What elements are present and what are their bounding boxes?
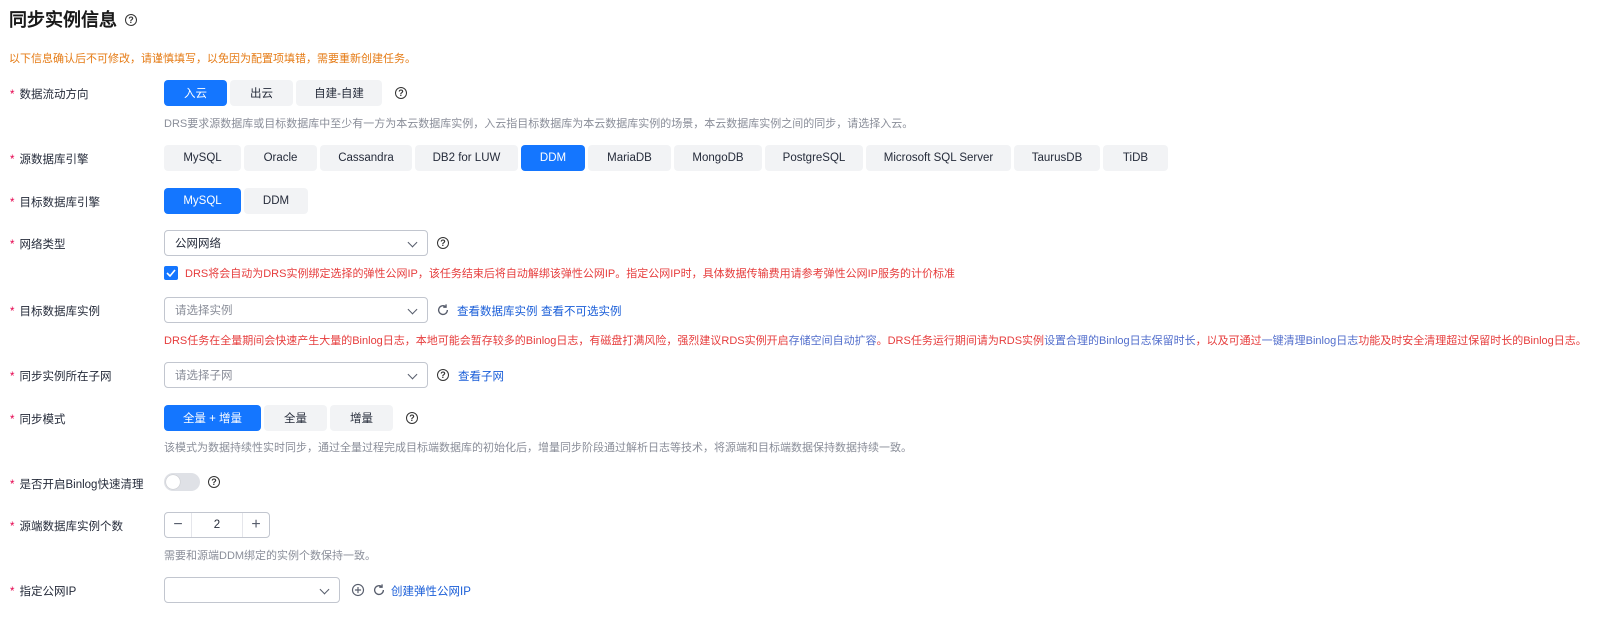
source-engine-group: MySQL Oracle Cassandra DB2 for LUW DDM M… (164, 145, 1171, 171)
chevron-down-icon (319, 584, 330, 595)
engine-option-mariadb[interactable]: MariaDB (588, 145, 671, 171)
instance-count-label: * 源端数据库实例个数 (10, 521, 123, 533)
subnet-placeholder: 请选择子网 (175, 370, 233, 382)
create-eip-link[interactable]: 创建弹性公网IP (391, 583, 471, 599)
eip-checkbox[interactable] (164, 266, 178, 280)
engine-option-postgresql[interactable]: PostgreSQL (765, 145, 863, 171)
chevron-down-icon (407, 237, 418, 248)
sync-mode-group: 全量 + 增量 全量 增量 ? (164, 405, 418, 431)
target-engine-label: * 目标数据库引擎 (10, 197, 100, 209)
engine-option-mongodb[interactable]: MongoDB (674, 145, 762, 171)
sync-option-full-incremental[interactable]: 全量 + 增量 (164, 405, 261, 431)
engine-option-cassandra[interactable]: Cassandra (320, 145, 412, 171)
view-instances-link[interactable]: 查看数据库实例 (457, 303, 538, 319)
flow-direction-group: 入云 出云 自建-自建 ? (164, 80, 407, 106)
help-icon[interactable]: ? (437, 369, 449, 381)
subnet-select[interactable]: 请选择子网 (164, 362, 428, 388)
target-instance-select[interactable]: 请选择实例 (164, 297, 428, 323)
public-ip-select[interactable] (164, 577, 340, 603)
sync-mode-label: * 同步模式 (10, 414, 66, 426)
decrement-button[interactable]: − (165, 513, 191, 537)
flow-direction-label: * 数据流动方向 (10, 89, 89, 101)
help-icon[interactable]: ? (208, 476, 220, 488)
public-ip-label: * 指定公网IP (10, 586, 77, 598)
engine-option-mysql[interactable]: MySQL (164, 145, 241, 171)
target-engine-group: MySQL DDM (164, 188, 311, 214)
sync-option-incremental[interactable]: 增量 (330, 405, 393, 431)
toggle-knob (166, 475, 180, 489)
instance-count-value[interactable]: 2 (191, 513, 243, 537)
target-instance-label: * 目标数据库实例 (10, 306, 100, 318)
page-title: 同步实例信息 ? (9, 6, 137, 32)
engine-option-oracle[interactable]: Oracle (244, 145, 317, 171)
refresh-icon[interactable] (372, 583, 386, 597)
view-subnet-link[interactable]: 查看子网 (458, 368, 504, 384)
engine-option-tidb[interactable]: TiDB (1103, 145, 1168, 171)
eip-checkbox-text: DRS将会自动为DRS实例绑定选择的弹性公网IP，该任务结束后将自动解绑该弹性公… (185, 268, 956, 280)
sync-option-full[interactable]: 全量 (264, 405, 327, 431)
chevron-down-icon (407, 304, 418, 315)
help-icon[interactable]: ? (406, 412, 418, 424)
engine-option-db2[interactable]: DB2 for LUW (415, 145, 518, 171)
instance-count-controls: − 2 + (164, 512, 270, 538)
check-icon (166, 269, 176, 277)
sync-mode-hint: 该模式为数据持续性实时同步，通过全量过程完成目标端数据库的初始化后，增量同步阶段… (164, 442, 912, 454)
subnet-label: * 同步实例所在子网 (10, 371, 112, 383)
target-option-ddm[interactable]: DDM (244, 188, 308, 214)
chevron-down-icon (407, 369, 418, 380)
binlog-cleanup-label: * 是否开启Binlog快速清理 (10, 479, 144, 491)
page-title-text: 同步实例信息 (9, 10, 117, 30)
target-instance-placeholder: 请选择实例 (175, 305, 233, 317)
instance-count-hint: 需要和源端DDM绑定的实例个数保持一致。 (164, 550, 377, 562)
view-unavailable-link[interactable]: 查看不可选实例 (541, 303, 622, 319)
auto-expand-link[interactable]: 存储空间自动扩容 (789, 335, 877, 347)
help-icon[interactable]: ? (437, 237, 449, 249)
flow-option-self[interactable]: 自建-自建 (296, 80, 382, 106)
instance-count-stepper: − 2 + (164, 512, 270, 538)
engine-option-taurusdb[interactable]: TaurusDB (1014, 145, 1100, 171)
binlog-cleanup-controls: ? (164, 473, 220, 491)
required-mark: * (10, 89, 15, 101)
refresh-icon[interactable] (436, 303, 450, 317)
engine-option-ddm[interactable]: DDM (521, 145, 585, 171)
network-type-value: 公网网络 (175, 238, 221, 250)
eip-checkbox-wrap: DRS将会自动为DRS实例绑定选择的弹性公网IP，该任务结束后将自动解绑该弹性公… (164, 265, 955, 281)
network-type-label: * 网络类型 (10, 239, 66, 251)
network-type-select[interactable]: 公网网络 (164, 230, 428, 256)
binlog-warning: DRS任务在全量期间会快速产生大量的Binlog日志，本地可能会暂存较多的Bin… (164, 335, 1587, 347)
help-icon[interactable]: ? (395, 87, 407, 99)
binlog-cleanup-link[interactable]: 一键清理Binlog日志 (1262, 335, 1359, 347)
engine-option-sqlserver[interactable]: Microsoft SQL Server (866, 145, 1011, 171)
increment-button[interactable]: + (243, 513, 269, 537)
source-engine-label: * 源数据库引擎 (10, 154, 89, 166)
help-icon[interactable]: ? (125, 14, 137, 26)
binlog-cleanup-toggle[interactable] (164, 473, 200, 491)
target-option-mysql[interactable]: MySQL (164, 188, 241, 214)
binlog-retention-link[interactable]: 设置合理的Binlog日志保留时长 (1044, 335, 1196, 347)
flow-option-in[interactable]: 入云 (164, 80, 227, 106)
notice-text: 以下信息确认后不可修改，请谨慎填写，以免因为配置项填错，需要重新创建任务。 (9, 53, 416, 65)
flow-option-out[interactable]: 出云 (230, 80, 293, 106)
add-circle-icon[interactable] (351, 583, 365, 597)
flow-direction-hint: DRS要求源数据库或目标数据库中至少有一方为本云数据库实例，入云指目标数据库为本… (164, 118, 914, 130)
